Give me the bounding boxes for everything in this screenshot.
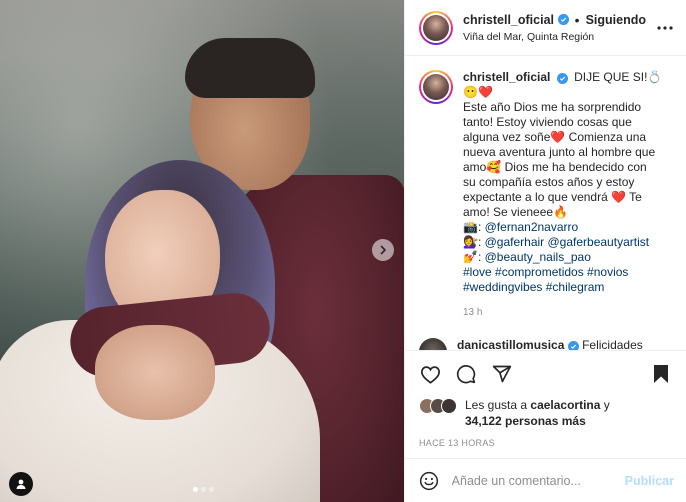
caption-line: alguna vez soñe❤️ Comienza una (463, 130, 647, 144)
likes-prefix: Les gusta a (465, 398, 528, 412)
hashtags[interactable]: #love #comprometidos #novios (463, 265, 672, 280)
photo-hands (95, 325, 215, 420)
credit-emoji: 💇‍♀️: (463, 235, 482, 249)
publish-button[interactable]: Publicar (625, 474, 674, 488)
comment-icon (456, 365, 476, 384)
author-avatar[interactable] (419, 10, 453, 45)
likes-count[interactable]: 34,122 personas más (465, 414, 586, 428)
save-button[interactable] (650, 363, 672, 385)
add-comment-bar: Publicar (405, 458, 686, 502)
credit-line: 💅: @beauty_nails_pao (463, 250, 672, 265)
carousel-dots (193, 487, 214, 492)
save-bookmark-icon (654, 365, 668, 383)
caption-line: amo! Se vieneee🔥 (463, 205, 568, 219)
author-username[interactable]: christell_oficial (463, 13, 554, 27)
header-separator: • (574, 11, 580, 28)
likes-connector: y (603, 398, 610, 412)
credit-mention[interactable]: @beauty_nails_pao (485, 250, 591, 264)
post-viewer: christell_oficial • Siguiendo Viña del M… (0, 0, 686, 502)
emoji-icon (420, 471, 439, 490)
share-icon (492, 365, 512, 383)
caption-line: su compañía estos años y estoy (463, 175, 635, 189)
commenter-avatar[interactable] (419, 338, 447, 350)
following-button[interactable]: Siguiendo (586, 13, 646, 27)
caption-author-avatar[interactable] (419, 70, 453, 104)
post-location[interactable]: Viña del Mar, Quinta Región (463, 31, 646, 43)
post-actions-area: Les gusta a caelacortina y 34,122 person… (405, 350, 686, 458)
caption-line: tanto! Estoy viviendo cosas que (463, 115, 632, 129)
caption-time: 13 h (463, 307, 483, 318)
carousel-next-button[interactable] (372, 239, 394, 261)
action-bar (419, 351, 672, 397)
comments-section[interactable]: christell_oficial DIJE QUE SI!💍 😶❤️ Este… (405, 56, 686, 350)
caption-line: expectante a lo que vendrá ❤️ Te (463, 190, 642, 204)
user-tag-icon (16, 479, 26, 489)
caption-line: Este año Dios me ha sorprendido (463, 100, 642, 114)
credit-emoji: 💅: (463, 250, 482, 264)
photo-man-hair (185, 38, 315, 98)
hashtags[interactable]: #weddingvibes #chilegram (463, 280, 672, 295)
emoji-button[interactable] (419, 470, 440, 492)
caption-username[interactable]: christell_oficial (463, 70, 550, 84)
credit-emoji: 📸: (463, 220, 482, 234)
post-photo[interactable] (0, 0, 404, 502)
comment-button[interactable] (455, 363, 477, 385)
comment-input[interactable] (451, 473, 613, 488)
carousel-dot (209, 487, 214, 492)
post-caption: christell_oficial DIJE QUE SI!💍 😶❤️ Este… (419, 70, 672, 320)
credit-line: 💇‍♀️: @gaferhair @gaferbeautyartist (463, 235, 672, 250)
more-options-button[interactable] (656, 25, 674, 30)
credit-mention[interactable]: @fernan2navarro (485, 220, 579, 234)
caption-line: nueva aventura junto al hombre que (463, 145, 656, 159)
liker-avatars[interactable] (419, 398, 459, 414)
caption-line: 😶❤️ (463, 85, 493, 99)
more-options-icon (657, 25, 673, 30)
post-timestamp[interactable]: HACE 13 HORAS (419, 438, 672, 458)
user-tag-button[interactable] (9, 472, 33, 496)
comment-item: danicastillomusica Felicidades (419, 338, 672, 350)
verified-badge-icon (556, 73, 568, 84)
carousel-dot (193, 487, 198, 492)
credit-mention[interactable]: @gaferhair @gaferbeautyartist (485, 235, 649, 249)
comment-text: Felicidades (582, 338, 643, 350)
verified-badge-icon (567, 341, 579, 350)
credit-line: 📸: @fernan2navarro (463, 220, 672, 235)
commenter-username[interactable]: danicastillomusica (457, 338, 564, 350)
first-liker[interactable]: caelacortina (530, 398, 600, 412)
likes-summary: Les gusta a caelacortina y 34,122 person… (419, 397, 672, 429)
like-heart-icon (420, 365, 440, 384)
post-header: christell_oficial • Siguiendo Viña del M… (405, 0, 686, 56)
verified-badge-icon (558, 14, 569, 25)
next-arrow-icon (380, 245, 386, 255)
carousel-dot (201, 487, 206, 492)
caption-line: amo🥰 Dios me ha bendecido con (463, 160, 647, 174)
caption-line: DIJE QUE SI!💍 (574, 70, 663, 84)
like-button[interactable] (419, 363, 441, 385)
share-button[interactable] (491, 363, 513, 385)
post-side-panel: christell_oficial • Siguiendo Viña del M… (404, 0, 686, 502)
